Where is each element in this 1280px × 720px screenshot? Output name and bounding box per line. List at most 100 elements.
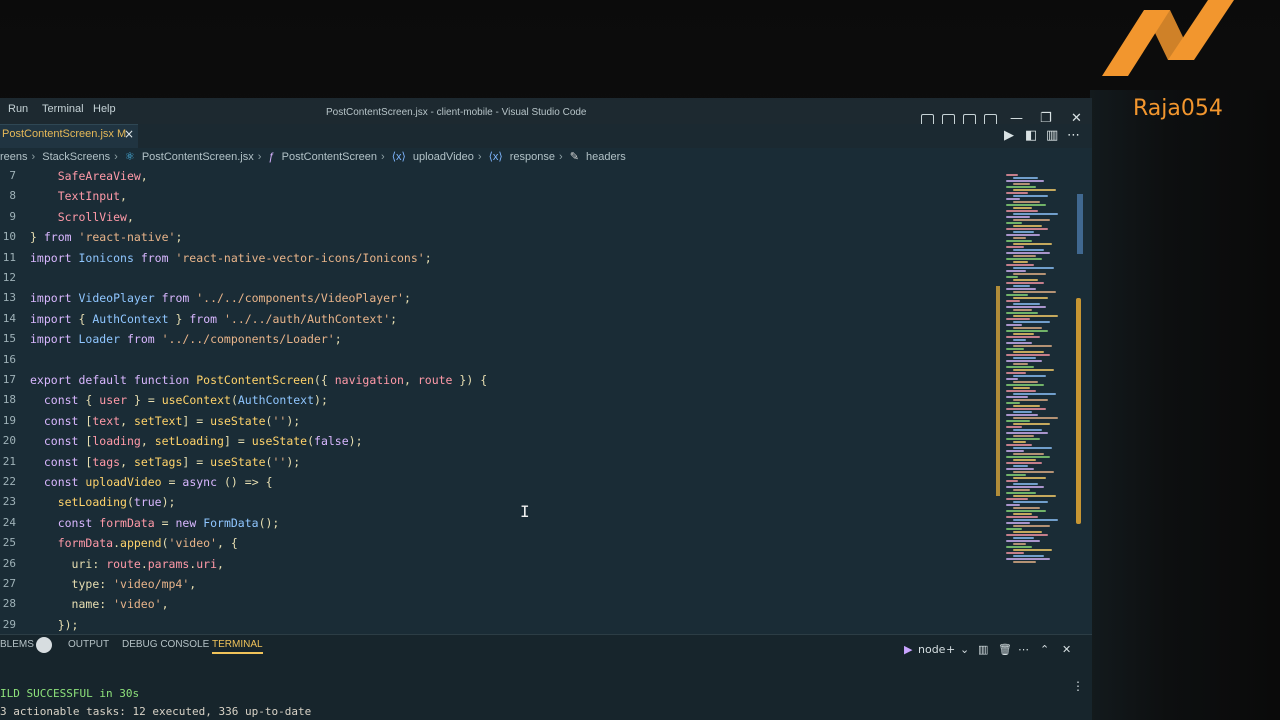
editor-tab-bar: PostContentScreen.jsx M × ▶ ◧ ▥ ⋯	[0, 124, 1092, 148]
minimap[interactable]	[1000, 174, 1060, 569]
menu-terminal[interactable]: Terminal	[42, 103, 84, 115]
terminal-options-icon[interactable]: ⋮	[1072, 679, 1084, 693]
minimap-line	[1013, 291, 1056, 293]
minimap-line	[1013, 267, 1054, 269]
minimap-line	[1006, 276, 1018, 278]
minimap-line	[1006, 366, 1034, 368]
minimap-line	[1013, 219, 1050, 221]
minimap-line	[1006, 492, 1036, 494]
minimap-line	[1013, 435, 1034, 437]
minimap-line	[1006, 480, 1018, 482]
minimap-line	[1013, 441, 1026, 443]
maximize-panel-icon[interactable]: ⌃	[1040, 643, 1049, 656]
minimap-line	[1013, 315, 1058, 317]
menu-run[interactable]: Run	[8, 103, 28, 115]
minimap-line	[1013, 201, 1040, 203]
split-editor-icon[interactable]: ▥	[1046, 128, 1058, 143]
new-terminal-icon[interactable]: +	[946, 643, 955, 656]
minimap-line	[1006, 342, 1032, 344]
terminal-shell-label[interactable]: node	[918, 643, 945, 656]
minimap-line	[1013, 543, 1026, 545]
minimap-line	[1013, 525, 1050, 527]
minimap-line	[1006, 270, 1026, 272]
minimap-line	[1013, 549, 1052, 551]
minimap-line	[1006, 174, 1018, 176]
minimap-line	[1006, 420, 1030, 422]
code-text: export default function PostContentScree…	[30, 373, 488, 387]
minimap-line	[1013, 285, 1030, 287]
open-changes-icon[interactable]: ◧	[1025, 128, 1037, 143]
kill-terminal-icon[interactable]: 🗑	[998, 643, 1012, 656]
minimap-line	[1006, 552, 1024, 554]
vscode-window: Run Terminal Help PostContentScreen.jsx …	[0, 98, 1092, 720]
line-number: 28	[2, 597, 16, 611]
line-number: 22	[2, 475, 16, 488]
terminal-line: 3 actionable tasks: 12 executed, 336 up-…	[0, 705, 312, 718]
minimap-line	[1006, 306, 1046, 308]
minimap-line	[1006, 348, 1024, 350]
minimap-line	[1006, 354, 1050, 356]
minimap-line	[1006, 402, 1020, 404]
minimap-line	[1006, 504, 1020, 506]
line-number: 26	[2, 556, 16, 570]
minimap-line	[1013, 561, 1036, 563]
minimap-line	[1006, 474, 1026, 476]
minimap-line	[1006, 264, 1034, 266]
minimap-line	[1013, 195, 1048, 197]
minimap-line	[1013, 477, 1046, 479]
window-title: PostContentScreen.jsx - client-mobile - …	[326, 107, 587, 118]
split-terminal-icon[interactable]: ▥	[978, 643, 988, 656]
minimap-line	[1013, 381, 1038, 383]
minimap-line	[1006, 222, 1022, 224]
code-text: } from 'react-native';	[30, 230, 183, 245]
minimap-line	[1013, 261, 1028, 263]
code-text: ScrollView,	[57, 209, 134, 224]
tab-debug-console[interactable]: DEBUG CONSOLE	[122, 639, 209, 650]
more-actions-icon[interactable]: ⋯	[1067, 128, 1080, 143]
code-text: import { AuthContext } from '../../auth/…	[30, 311, 398, 326]
minimap-line	[1006, 252, 1050, 254]
tab-postcontentscreen[interactable]: PostContentScreen.jsx M ×	[0, 124, 138, 148]
code-text: formData.append('video', {	[57, 536, 238, 551]
tab-problems[interactable]: BLEMS	[0, 639, 34, 650]
minimap-line	[1006, 360, 1042, 362]
minimap-line	[1013, 243, 1052, 245]
minimap-line	[1013, 297, 1048, 299]
more-icon[interactable]: ⋯	[1018, 643, 1029, 656]
line-number: 7	[9, 169, 16, 182]
minimap-line	[1013, 339, 1026, 341]
editor-scrollbar[interactable]	[1077, 194, 1083, 254]
tab-close-icon[interactable]: ×	[124, 127, 134, 141]
tab-terminal[interactable]: TERMINAL	[212, 639, 263, 654]
line-number: 18	[2, 393, 16, 407]
minimap-line	[1006, 396, 1028, 398]
run-icon[interactable]: ▶	[1004, 128, 1014, 143]
minimap-line	[1006, 240, 1032, 242]
code-text: const uploadVideo = async () => {	[43, 475, 273, 489]
minimap-line	[1006, 198, 1020, 200]
problems-count-badge	[36, 637, 52, 653]
tab-output[interactable]: OUTPUT	[68, 639, 109, 650]
minimap-line	[1006, 216, 1030, 218]
minimap-line	[1006, 186, 1036, 188]
watermark-logo	[1102, 0, 1234, 76]
code-editor[interactable]: 7 SafeAreaView, 8 TextInput, 9 ScrollView,…	[0, 158, 1000, 632]
terminal-shell-icon: ▶	[904, 643, 913, 656]
code-text: import Loader from '../../components/Loa…	[30, 332, 342, 347]
code-text: import VideoPlayer from '../../component…	[30, 291, 411, 306]
minimap-line	[1013, 489, 1030, 491]
minimap-line	[1013, 231, 1034, 233]
line-number: 10	[2, 230, 16, 244]
line-number: 21	[2, 454, 16, 468]
minimap-line	[1006, 444, 1032, 446]
minimap-line	[1013, 273, 1046, 275]
line-number: 11	[2, 250, 16, 264]
minimap-slider[interactable]	[1076, 298, 1081, 524]
menu-help[interactable]: Help	[93, 103, 116, 115]
code-text: const formData = new FormData();	[57, 515, 280, 530]
terminal-dropdown-icon[interactable]: ⌄	[960, 643, 969, 656]
minimap-line	[1006, 390, 1036, 392]
minimap-line	[1013, 225, 1042, 227]
close-panel-icon[interactable]: ✕	[1062, 643, 1071, 656]
minimap-line	[1006, 180, 1044, 182]
